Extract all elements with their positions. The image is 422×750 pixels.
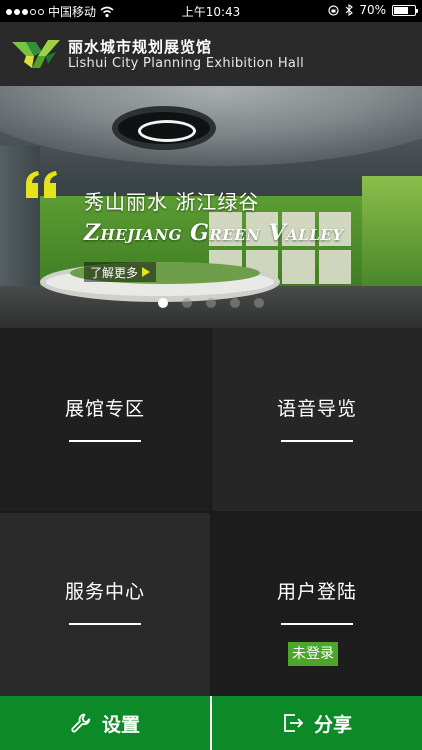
share-icon [284, 714, 304, 732]
menu-item-underline [281, 623, 353, 625]
banner-pager-dot[interactable] [182, 298, 192, 308]
status-right: 70% [328, 3, 418, 17]
share-button[interactable]: 分享 [212, 696, 422, 750]
share-label: 分享 [313, 713, 352, 736]
menu-item-label: 用户登陆 [276, 581, 357, 603]
menu-item-exhibition-zone[interactable]: 展馆专区 [0, 328, 210, 511]
quote-icon [26, 171, 57, 198]
banner-title-cn: 秀山丽水 浙江绿谷 [84, 190, 260, 214]
orientation-lock-icon [328, 4, 339, 16]
status-bar: 中国移动 上午10:43 70% [0, 0, 422, 22]
app-title-en: Lishui City Planning Exhibition Hall [68, 56, 305, 71]
play-arrow-icon [142, 267, 151, 277]
menu-grid: 展馆专区 语音导览 服务中心 用户登陆 [0, 328, 422, 696]
menu-item-underline [69, 440, 141, 442]
bluetooth-icon [345, 4, 354, 16]
menu-item-service-center[interactable]: 服务中心 [0, 513, 210, 696]
banner-pager-dot[interactable] [158, 298, 168, 308]
banner-title-en: Zhejiang Green Valley [84, 220, 344, 246]
exhibition-hall-logo [12, 40, 60, 68]
bottom-toolbar: 设置 分享 [0, 696, 422, 750]
menu-item-underline [281, 440, 353, 442]
wrench-icon [71, 713, 91, 733]
app-title-cn: 丽水城市规划展览馆 [68, 38, 213, 56]
banner-photo-wall [0, 146, 40, 296]
menu-item-label: 语音导览 [276, 398, 357, 420]
app-header: 丽水城市规划展览馆 Lishui City Planning Exhibitio… [0, 22, 422, 86]
menu-item-label: 展馆专区 [64, 398, 145, 420]
learn-more-link[interactable]: 了解更多 [84, 262, 157, 282]
login-status-badge: 未登录 [288, 642, 338, 666]
battery-percent: 70% [359, 3, 386, 17]
banner-pager-dot[interactable] [206, 298, 216, 308]
menu-item-underline [69, 623, 141, 625]
settings-label: 设置 [101, 713, 140, 736]
menu-item-user-login[interactable]: 用户登陆 [212, 513, 422, 696]
banner-pager-dot[interactable] [230, 298, 240, 308]
battery-icon [392, 4, 418, 16]
menu-item-label: 服务中心 [64, 581, 145, 603]
menu-item-audio-guide[interactable]: 语音导览 [212, 328, 422, 511]
learn-more-label: 了解更多 [90, 265, 139, 280]
settings-button[interactable]: 设置 [0, 696, 210, 750]
banner-photo-light [112, 106, 216, 150]
banner-pager[interactable] [0, 298, 422, 308]
banner-pager-dot[interactable] [254, 298, 264, 308]
battery-fill [394, 6, 408, 14]
